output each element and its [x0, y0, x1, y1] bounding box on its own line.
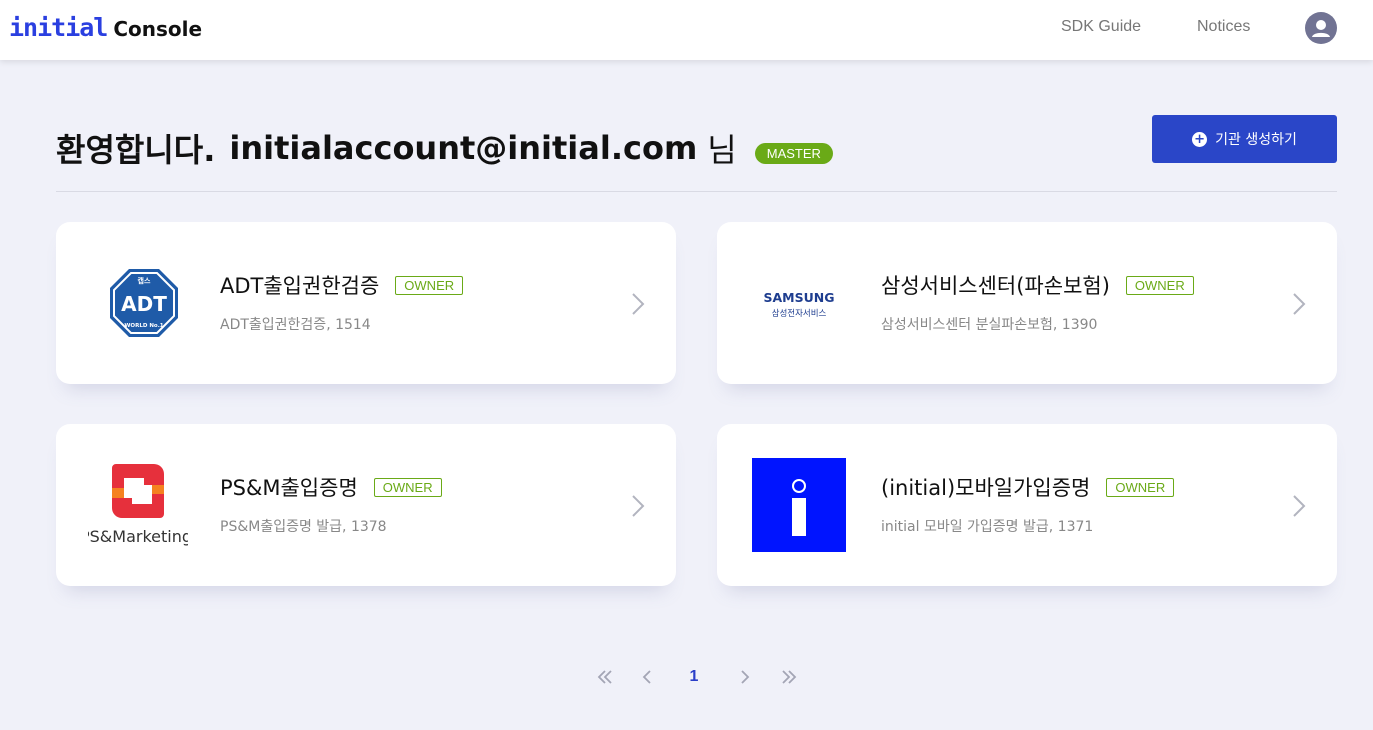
user-icon [1312, 20, 1330, 37]
logo-product: Console [113, 17, 203, 41]
double-chevron-left-icon [597, 670, 612, 684]
welcome-heading: 환영합니다. initialaccount@initial.com 님 MAST… [56, 125, 833, 171]
card-title-row: 삼성서비스센터(파손보험) OWNER [881, 270, 1194, 300]
page-number-button[interactable]: 1 [684, 664, 704, 690]
organization-card[interactable]: PS&Marketing PS&M출입증명 OWNER PS&M출입증명 발급,… [56, 424, 676, 586]
top-navbar: initial Console SDK Guide Notices [0, 0, 1373, 60]
owner-badge: OWNER [395, 275, 464, 295]
welcome-email: initialaccount@initial.com [229, 129, 698, 167]
organization-card[interactable]: SAMSUNG 삼성전자서비스 삼성서비스센터(파손보험) OWNER 삼성서비… [717, 222, 1337, 384]
psm-logo-text: PS&Marketing [88, 527, 188, 546]
adt-logo-top-text: 캡스 [138, 276, 151, 285]
initial-i-logo [752, 458, 846, 552]
card-description: ADT출입권한검증, 1514 [220, 317, 371, 333]
card-title: 삼성서비스센터(파손보험) [881, 274, 1110, 298]
chevron-right-icon [1293, 495, 1306, 517]
adt-logo: 캡스 ADT WORLD No.1 [92, 256, 196, 350]
card-description: PS&M출입증명 발급, 1378 [220, 519, 387, 535]
card-title: PS&M출입증명 [220, 476, 358, 500]
chevron-right-icon [1293, 293, 1306, 315]
double-chevron-right-icon [782, 670, 797, 684]
chevron-right-icon [632, 293, 645, 315]
chevron-right-icon [632, 495, 645, 517]
welcome-prefix: 환영합니다. [56, 131, 216, 169]
owner-badge: OWNER [373, 477, 442, 497]
welcome-suffix: 님 [707, 131, 737, 169]
nav-sdk-guide-link[interactable]: SDK Guide [1061, 18, 1141, 36]
create-organization-label: 기관 생성하기 [1215, 132, 1297, 148]
samsung-logo-main-text: SAMSUNG [764, 290, 835, 305]
owner-badge: OWNER [1106, 477, 1175, 497]
owner-badge: OWNER [1125, 275, 1194, 295]
card-description: 삼성서비스센터 분실파손보험, 1390 [881, 317, 1098, 333]
pagination: 1 [590, 664, 800, 694]
app-logo[interactable]: initial Console [9, 13, 202, 42]
card-title: ADT출입권한검증 [220, 274, 380, 298]
role-badge: MASTER [754, 142, 833, 164]
samsung-logo: SAMSUNG 삼성전자서비스 [753, 256, 857, 350]
plus-circle-icon: + [1192, 131, 1208, 147]
divider [56, 191, 1337, 192]
user-avatar-button[interactable] [1305, 12, 1337, 44]
chevron-left-icon [642, 670, 651, 684]
card-title-row: ADT출입권한검증 OWNER [220, 270, 464, 300]
next-page-button[interactable] [736, 664, 754, 690]
prev-page-button[interactable] [638, 664, 656, 690]
card-description: initial 모바일 가입증명 발급, 1371 [881, 519, 1094, 535]
organization-card[interactable]: (initial)모바일가입증명 OWNER initial 모바일 가입증명 … [717, 424, 1337, 586]
samsung-logo-sub-text: 삼성전자서비스 [772, 308, 827, 319]
card-title-row: (initial)모바일가입증명 OWNER [881, 472, 1175, 502]
create-organization-button[interactable]: + 기관 생성하기 [1152, 115, 1337, 163]
psm-logo: PS&Marketing [88, 454, 188, 554]
card-title-row: PS&M출입증명 OWNER [220, 472, 442, 502]
first-page-button[interactable] [594, 664, 616, 690]
logo-brand: initial [9, 13, 108, 42]
chevron-right-icon [741, 670, 750, 684]
adt-logo-bottom-text: WORLD No.1 [124, 323, 163, 329]
adt-logo-main-text: ADT [121, 292, 167, 316]
nav-notices-link[interactable]: Notices [1197, 18, 1250, 36]
card-title: (initial)모바일가입증명 [881, 476, 1091, 500]
last-page-button[interactable] [778, 664, 800, 690]
organization-card[interactable]: 캡스 ADT WORLD No.1 ADT출입권한검증 OWNER ADT출입권… [56, 222, 676, 384]
